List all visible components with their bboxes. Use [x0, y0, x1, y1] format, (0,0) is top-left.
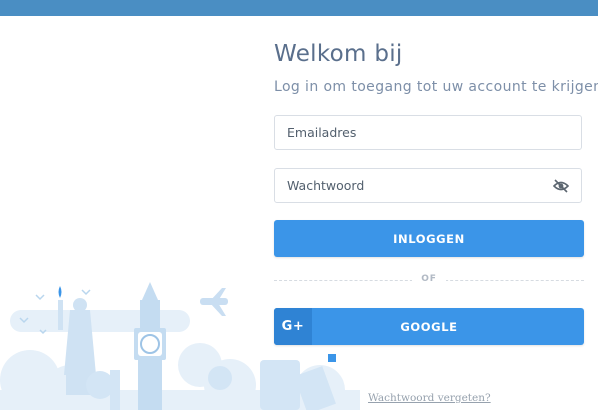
page-subtitle: Log in om toegang tot uw account te krij… — [274, 79, 598, 95]
google-plus-icon: G+ — [274, 308, 312, 345]
top-bar — [0, 0, 598, 16]
login-button-label: INLOGGEN — [393, 231, 465, 246]
google-button-label: GOOGLE — [400, 319, 458, 334]
page-title: Welkom bij — [274, 41, 403, 67]
or-separator-label: OF — [412, 274, 446, 284]
google-plus-icon-text: G+ — [281, 319, 305, 334]
google-login-button[interactable]: G+ GOOGLE — [274, 308, 584, 345]
login-button[interactable]: INLOGGEN — [274, 220, 584, 257]
forgot-password-link[interactable]: Wachtwoord vergeten? — [368, 392, 491, 404]
password-field-container — [274, 168, 582, 203]
password-input[interactable] — [275, 169, 549, 202]
eye-slash-icon[interactable] — [553, 179, 569, 193]
email-field-container — [274, 115, 582, 150]
email-input[interactable] — [275, 116, 549, 149]
